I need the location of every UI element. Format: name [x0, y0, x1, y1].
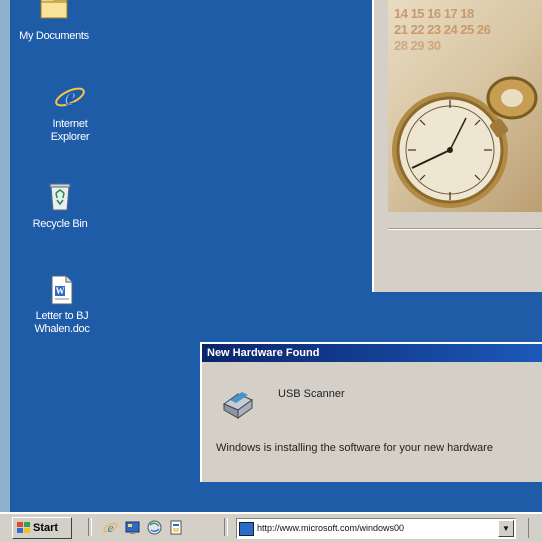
quick-launch-desktop-icon[interactable] — [124, 519, 141, 536]
desktop-icon-internet-explorer[interactable]: e Internet Explorer — [20, 80, 120, 144]
scanner-icon — [222, 392, 254, 419]
photo-window: 14 15 16 17 18 21 22 23 24 25 26 28 29 3… — [372, 0, 542, 292]
desktop-icon-label: Recycle Bin — [32, 218, 88, 230]
start-label: Start — [33, 522, 59, 534]
stopwatch-photo: 14 15 16 17 18 21 22 23 24 25 26 28 29 3… — [388, 0, 542, 212]
desktop-icon-letter[interactable]: W Letter to BJ Whalen.doc — [12, 274, 112, 336]
start-button[interactable]: Start — [12, 517, 72, 539]
chevron-down-icon[interactable]: ▼ — [498, 520, 514, 537]
document-icon: W — [51, 275, 73, 305]
desktop-icon-label: My Documents — [19, 30, 89, 42]
quick-launch-media-icon[interactable] — [146, 519, 163, 536]
desktop-icon-label: Letter to BJ Whalen.doc — [34, 310, 90, 335]
dialog-title-bar[interactable]: New Hardware Found — [202, 344, 542, 362]
address-url[interactable]: http://www.microsoft.com/windows00 — [257, 519, 404, 538]
desktop-icon-recycle-bin[interactable]: Recycle Bin — [10, 180, 110, 231]
divider — [388, 228, 542, 230]
device-name: USB Scanner — [278, 388, 345, 400]
svg-text:e: e — [108, 520, 114, 535]
page-icon — [239, 522, 254, 536]
dialog-message: Windows is installing the software for y… — [216, 442, 493, 454]
svg-text:e: e — [64, 82, 75, 111]
windows-logo-icon — [17, 522, 30, 533]
internet-explorer-icon: e — [55, 82, 85, 111]
svg-text:W: W — [56, 286, 65, 296]
stopwatch-icon — [392, 76, 538, 208]
recycle-bin-icon — [49, 183, 71, 211]
taskbar-separator — [224, 518, 228, 536]
system-tray — [528, 518, 542, 538]
new-hardware-dialog[interactable]: New Hardware Found USB Scanner Windows i… — [200, 342, 542, 482]
taskbar-separator — [88, 518, 92, 536]
desktop-icon-label: Internet Explorer — [50, 118, 90, 143]
quick-launch-ie-icon[interactable]: e — [102, 519, 119, 536]
quick-launch-explorer-icon[interactable] — [168, 519, 185, 536]
taskbar: Start e http://www.microsoft.com/windows… — [0, 512, 542, 542]
folder-icon — [40, 0, 68, 19]
desktop-icon-my-documents[interactable]: My Documents — [10, 0, 104, 43]
address-bar[interactable]: http://www.microsoft.com/windows00 ▼ — [236, 518, 516, 539]
